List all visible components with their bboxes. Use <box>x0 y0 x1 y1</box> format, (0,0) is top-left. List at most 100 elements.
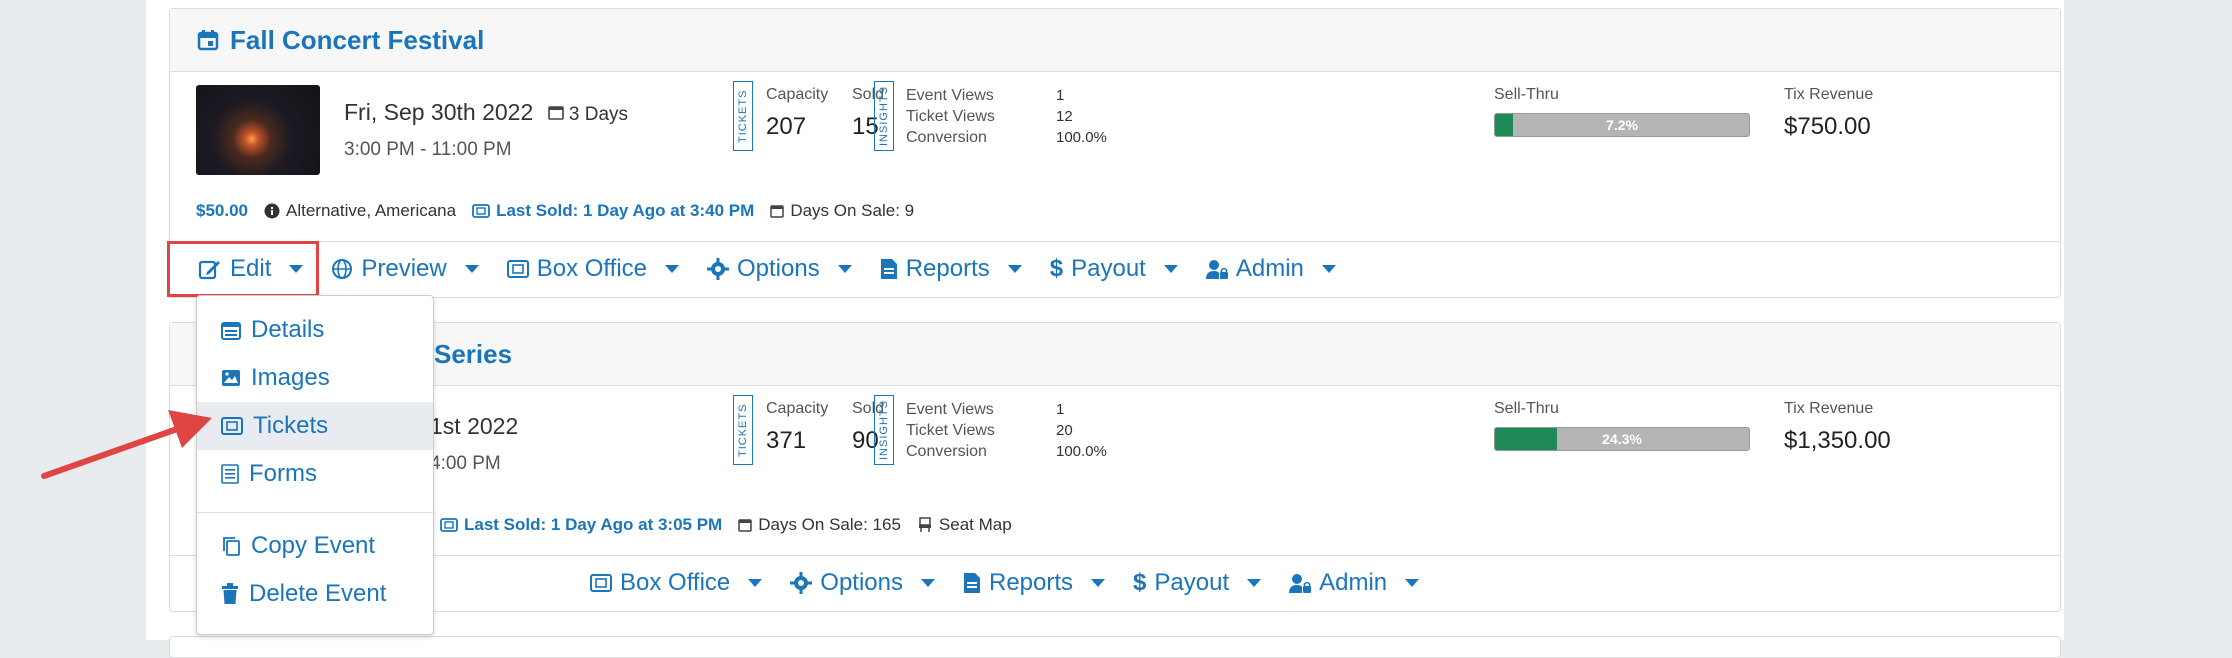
conversion-label: Conversion <box>906 129 987 146</box>
days-on-sale: Days On Sale: 9 <box>770 201 914 221</box>
options-label: Options <box>737 255 820 282</box>
menu-item-label: Images <box>251 364 330 391</box>
ticket-views-value: 12 <box>1056 108 1073 125</box>
menu-item-details[interactable]: Details <box>197 306 433 354</box>
ticket-views-label: Ticket Views <box>906 108 995 125</box>
admin-menu-button[interactable]: Admin <box>1289 569 1420 597</box>
menu-item-label: Tickets <box>253 412 329 439</box>
box-office-label: Box Office <box>620 569 731 596</box>
admin-label: Admin <box>1319 569 1388 596</box>
event-views-value: 1 <box>1056 87 1065 104</box>
tickets-label: TICKETS <box>733 81 753 151</box>
capacity-value: 371 <box>766 427 807 454</box>
conversion-value: 100.0% <box>1056 129 1107 146</box>
menu-item-images[interactable]: Images <box>197 354 433 402</box>
event-views-value: 1 <box>1056 401 1065 418</box>
chair-icon <box>918 517 931 532</box>
revenue-value: $1,350.00 <box>1784 427 1891 454</box>
menu-item-copy-event[interactable]: Copy Event <box>197 522 433 570</box>
revenue-label: Tix Revenue <box>1784 400 1874 417</box>
annotation-arrow-icon <box>41 410 212 479</box>
sell-thru-label: Sell-Thru <box>1494 86 1559 103</box>
ticket-icon <box>472 204 490 218</box>
gear-icon <box>707 258 729 280</box>
days-on-sale-text: Days On Sale: 165 <box>758 515 901 534</box>
tickets-label: TICKETS <box>733 395 753 465</box>
revenue-value: $750.00 <box>1784 113 1871 140</box>
event-days: 3 Days <box>568 104 629 125</box>
menu-divider <box>197 512 433 513</box>
calendar-small-icon <box>738 519 752 532</box>
revenue-label: Tix Revenue <box>1784 86 1874 103</box>
ticket-icon <box>221 417 243 435</box>
sell-thru-label: Sell-Thru <box>1494 400 1559 417</box>
genre: Alternative, Americana <box>264 201 456 221</box>
chevron-down-icon <box>1163 265 1178 273</box>
genre-text: Alternative, Americana <box>286 201 457 220</box>
event-title[interactable]: Series <box>434 339 512 370</box>
menu-item-label: Details <box>251 316 325 343</box>
capacity-value: 207 <box>766 113 807 140</box>
gear-icon <box>790 572 813 594</box>
event-time: 4:00 PM <box>430 453 501 474</box>
days-on-sale-text: Days On Sale: 9 <box>790 201 915 220</box>
menu-item-forms[interactable]: Forms <box>197 450 433 498</box>
calendar-icon <box>221 322 241 340</box>
event-actions-bar: Edit Preview Box Office Options Reports <box>170 241 1336 297</box>
image-icon <box>222 370 240 386</box>
globe-icon <box>332 259 353 279</box>
options-menu-button[interactable]: Options <box>707 255 852 283</box>
event-card-header: Series <box>170 323 2060 386</box>
conversion-label: Conversion <box>906 443 987 460</box>
conversion-value: 100.0% <box>1056 443 1107 460</box>
ticket-icon <box>506 260 529 278</box>
last-sold-text: Last Sold: 1 Day Ago at 3:40 PM <box>496 201 755 220</box>
chevron-down-icon <box>1247 579 1262 587</box>
chevron-down-icon <box>1007 265 1022 273</box>
box-office-label: Box Office <box>536 255 647 282</box>
menu-item-label: Forms <box>249 460 317 487</box>
chevron-down-icon <box>837 265 852 273</box>
dollar-icon: $ <box>1133 569 1147 596</box>
reports-menu-button[interactable]: Reports <box>963 569 1106 597</box>
last-sold[interactable]: Last Sold: 1 Day Ago at 3:05 PM <box>440 515 722 535</box>
user-lock-icon <box>1289 574 1312 593</box>
event-thumbnail[interactable] <box>196 85 320 175</box>
document-icon <box>880 259 897 279</box>
preview-label: Preview <box>361 255 447 282</box>
sell-thru-bar: 7.2% <box>1494 113 1750 137</box>
preview-menu-button[interactable]: Preview <box>331 255 479 283</box>
admin-menu-button[interactable]: Admin <box>1205 255 1336 283</box>
menu-item-tickets[interactable]: Tickets <box>197 402 433 450</box>
chevron-down-icon <box>464 265 479 273</box>
menu-item-label: Copy Event <box>251 532 376 559</box>
box-office-menu-button[interactable]: Box Office <box>506 255 679 283</box>
sell-thru-bar: 24.3% <box>1494 427 1750 451</box>
event-card-2: Series 1st 2022 4:00 PM TICKETS Capacity… <box>169 322 2061 612</box>
menu-item-delete-event[interactable]: Delete Event <box>197 570 433 618</box>
chevron-down-icon <box>748 579 763 587</box>
event-card-3 <box>169 636 2061 658</box>
edit-dropdown-menu: Details Images Tickets Forms Copy Event … <box>196 295 434 635</box>
seat-map-link[interactable]: Seat Map <box>917 515 1012 535</box>
chevron-down-icon <box>1405 579 1420 587</box>
payout-label: Payout <box>1154 569 1230 596</box>
event-title[interactable]: Fall Concert Festival <box>230 25 484 56</box>
insights-label: INSIGHTS <box>874 81 894 151</box>
seat-map-text: Seat Map <box>938 515 1012 534</box>
payout-menu-button[interactable]: $ Payout <box>1133 569 1262 597</box>
menu-item-label: Delete Event <box>249 580 387 607</box>
event-meta-row: $50.00 Alternative, Americana Last Sold:… <box>196 201 914 221</box>
reports-menu-button[interactable]: Reports <box>880 255 1022 283</box>
event-time: 3:00 PM - 11:00 PM <box>344 139 512 160</box>
box-office-menu-button[interactable]: Box Office <box>590 569 763 597</box>
options-menu-button[interactable]: Options <box>790 569 935 597</box>
calendar-small-icon <box>770 205 785 218</box>
chevron-down-icon <box>1091 579 1106 587</box>
last-sold[interactable]: Last Sold: 1 Day Ago at 3:40 PM <box>472 201 754 221</box>
edit-highlight-box <box>167 241 319 297</box>
payout-menu-button[interactable]: $ Payout <box>1050 255 1178 283</box>
info-icon <box>264 203 280 219</box>
days-on-sale: Days On Sale: 165 <box>738 515 901 535</box>
calendar-small-icon <box>547 106 564 120</box>
